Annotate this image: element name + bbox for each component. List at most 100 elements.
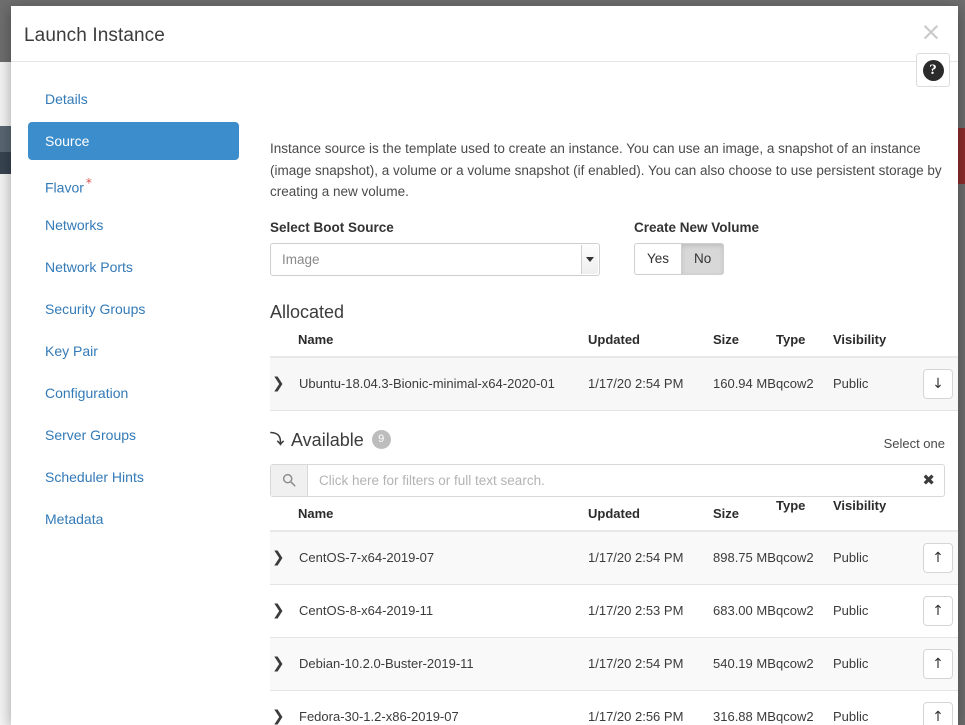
chevron-down-icon[interactable] (581, 244, 598, 274)
cell-name: Fedora-30-1.2-x86-2019-07 (299, 709, 459, 724)
help-button[interactable]: ? (916, 53, 950, 87)
sidebar-item-key-pair[interactable]: Key Pair (28, 332, 239, 370)
cell-size: 316.88 MB (713, 709, 776, 724)
chevron-right-icon[interactable]: ❯ (270, 603, 285, 618)
available-col-size: Size (713, 505, 740, 521)
row-expand-cell: ❯ (270, 690, 298, 725)
background-nav-strip-active (0, 152, 11, 174)
launch-instance-dialog: Launch Instance × ? Details Source Flavor *… (11, 6, 958, 725)
sidebar-item-label: Configuration (45, 385, 129, 401)
allocated-col-visibility: Visibility (833, 331, 887, 347)
cell-visibility: Public (833, 603, 869, 618)
table-row[interactable]: ❯ Debian-10.2.0-Buster-2019-11 1/17/20 2:5… (270, 637, 958, 690)
sidebar-item-configuration[interactable]: Configuration (28, 374, 239, 412)
page-title: Launch Instance (24, 25, 165, 46)
required-asterisk-icon: * (85, 176, 92, 190)
allocated-col-type: Type (776, 331, 806, 347)
row-expand-cell: ❯ (270, 357, 298, 411)
create-new-volume-label: Create New Volume (634, 219, 760, 235)
allocated-col-actions (923, 323, 958, 357)
available-col-updated: Updated (588, 505, 640, 521)
table-row[interactable]: ❯ CentOS-7-x64-2019-07 1/17/20 2:54 PM 898.… (270, 530, 958, 585)
cell-updated: 1/17/20 2:54 PM (588, 376, 684, 391)
row-expand-cell: ❯ (270, 584, 298, 637)
allocated-col-spacer (270, 323, 298, 357)
create-volume-yes-button[interactable]: Yes (634, 242, 683, 275)
cell-visibility: Public (833, 376, 869, 391)
search-icon[interactable] (271, 464, 308, 496)
boot-source-value: Image (282, 251, 320, 267)
allocate-arrow-button[interactable]: ↑ (923, 701, 953, 725)
cell-type: qcow2 (776, 656, 814, 671)
sidebar-item-label: Server Groups (45, 427, 137, 443)
cell-name: CentOS-7-x64-2019-07 (299, 550, 435, 565)
cell-updated: 1/17/20 2:56 PM (588, 709, 684, 724)
available-col-name: Name (298, 505, 334, 521)
row-expand-cell: ❯ (270, 637, 298, 690)
row-action-cell: ↑ (923, 690, 958, 725)
dialog-body: Details Source Flavor * Networks Network Port… (11, 62, 958, 725)
available-col-spacer (270, 497, 298, 531)
row-expand-cell: ❯ (270, 531, 298, 585)
source-step-content: Instance source is the template used to … (259, 62, 958, 725)
cell-type: qcow2 (776, 376, 814, 391)
cell-name: Debian-10.2.0-Buster-2019-11 (299, 656, 474, 671)
boot-source-select[interactable]: Image (270, 242, 600, 276)
available-table: Name Updated Size Type Visibility ❯ CentO… (270, 497, 958, 725)
chevron-right-icon[interactable]: ❯ (270, 550, 285, 565)
chevron-down-icon: ⤵ (270, 432, 284, 448)
available-col-visibility: Visibility (833, 497, 887, 513)
sidebar-item-flavor[interactable]: Flavor * (28, 164, 239, 202)
sidebar-item-security-groups[interactable]: Security Groups (28, 290, 239, 328)
cell-visibility: Public (833, 656, 869, 671)
sidebar-item-server-groups[interactable]: Server Groups (28, 416, 239, 454)
cell-type: qcow2 (776, 603, 814, 618)
create-new-volume-field: Create New Volume Yes No (634, 220, 759, 275)
table-row[interactable]: ❯ CentOS-8-x64-2019-11 1/17/20 2:53 PM 683.… (270, 584, 958, 637)
select-one-hint: Select one (883, 435, 945, 451)
wizard-sidebar: Details Source Flavor * Networks Network Port… (11, 62, 256, 725)
allocated-col-size: Size (713, 331, 740, 347)
available-section-toggle[interactable]: ⤵ Available 9 (270, 429, 391, 451)
cell-type: qcow2 (776, 550, 814, 565)
sidebar-item-source[interactable]: Source (28, 122, 239, 160)
chevron-right-icon[interactable]: ❯ (270, 709, 285, 724)
allocated-table-header: Name Updated Size Type Visibility (270, 323, 958, 357)
background-right-column (958, 0, 965, 725)
sidebar-item-label: Details (45, 91, 88, 107)
background-alert-strip (958, 128, 965, 184)
available-count-badge: 9 (371, 429, 391, 449)
cell-name: Ubuntu-18.04.3-Bionic-minimal-x64-2020-0… (299, 376, 555, 391)
table-row[interactable]: ❯ Ubuntu-18.04.3-Bionic-minimal-x64-2020-… (270, 356, 958, 411)
sidebar-item-label: Source (45, 133, 90, 149)
sidebar-item-details[interactable]: Details (28, 80, 239, 118)
allocate-arrow-button[interactable]: ↑ (923, 648, 953, 679)
clear-search-icon[interactable]: ✖ (922, 465, 935, 496)
allocate-arrow-button[interactable]: ↑ (923, 542, 953, 573)
create-volume-no-button[interactable]: No (682, 242, 725, 275)
allocated-title: Allocated (270, 301, 345, 322)
cell-updated: 1/17/20 2:53 PM (588, 603, 684, 618)
row-action-cell: ↑ (923, 531, 958, 585)
cell-size: 898.75 MB (713, 550, 776, 565)
allocated-col-name: Name (298, 331, 334, 347)
chevron-right-icon[interactable]: ❯ (270, 376, 285, 391)
source-form-row: Select Boot Source Image Create New Volu… (270, 220, 945, 292)
allocate-arrow-button[interactable]: ↑ (923, 595, 953, 626)
sidebar-item-network-ports[interactable]: Network Ports (28, 248, 239, 286)
sidebar-item-metadata[interactable]: Metadata (28, 500, 239, 538)
close-icon[interactable]: × (918, 19, 944, 45)
deallocate-arrow-button[interactable]: ↓ (923, 368, 953, 399)
sidebar-item-scheduler-hints[interactable]: Scheduler Hints (28, 458, 239, 496)
table-row[interactable]: ❯ Fedora-30-1.2-x86-2019-07 1/17/20 2:56 P… (270, 690, 958, 725)
create-new-volume-toggle: Yes No (634, 242, 759, 275)
chevron-right-icon[interactable]: ❯ (270, 656, 285, 671)
question-mark-icon: ? (922, 59, 944, 81)
cell-size: 160.94 MB (713, 376, 776, 391)
sidebar-item-label: Key Pair (45, 343, 98, 359)
sidebar-item-networks[interactable]: Networks (28, 206, 239, 244)
cell-name: CentOS-8-x64-2019-11 (299, 603, 434, 618)
cell-visibility: Public (833, 550, 869, 565)
cell-size: 683.00 MB (713, 603, 776, 618)
row-action-cell: ↑ (923, 637, 958, 690)
